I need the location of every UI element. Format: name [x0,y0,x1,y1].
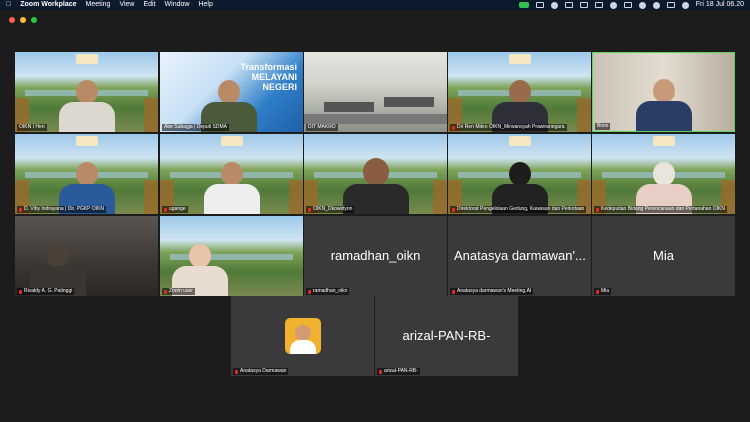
muted-icon [308,289,311,294]
menu-bar:  Zoom Workplace Meeting View Edit Windo… [0,0,750,10]
participant-name: ugange [162,206,188,213]
search-icon[interactable] [652,1,660,9]
video-tile[interactable]: OIKN_Dkowidyon [304,134,447,214]
menu-help[interactable]: Help [198,0,212,10]
muted-icon [379,369,382,374]
participant-name: ramadhan_oikn [306,288,350,295]
participant-name: Mia [594,288,612,295]
vpn-icon[interactable] [609,1,617,9]
video-tile[interactable]: ugange [160,134,303,214]
participant-name: Zoom user [162,288,195,295]
zoom-meeting-window: OIKN I Heri Transformasi MELAYANI NEGERI… [0,10,750,422]
participant-name: OIKN_Dkowidyon [306,206,355,213]
video-tile[interactable]: DIT MAKRO [304,52,447,132]
participant-name: arizal-PAN-RB- [377,368,420,375]
video-tile[interactable]: Transformasi MELAYANI NEGERI Abe Subagja… [160,52,303,132]
zoom-status-icon[interactable] [535,2,544,8]
video-off-tile[interactable]: Mia Mia [592,216,735,296]
menu-edit[interactable]: Edit [143,0,155,10]
menu-meeting[interactable]: Meeting [86,0,111,10]
participant-name: Dir Ren Mikro OIKN_Mirwansyah Prawiraneg… [450,124,567,131]
video-off-tile[interactable]: Anatasya Darmawan [231,296,374,376]
video-off-tile[interactable]: Anatasya darmawan'... Anatasya darmawan'… [448,216,591,296]
participant-name: D. Viby Indrayana | Dir. PGKP OIKN [17,206,107,213]
video-off-tile[interactable]: ramadhan_oikn ramadhan_oikn [304,216,447,296]
muted-icon [596,207,599,212]
video-off-tile[interactable]: arizal-PAN-RB- arizal-PAN-RB- [375,296,518,376]
participant-name: Anatasya Darmawan [233,368,289,375]
participant-video [58,80,115,132]
nusantara-logo [75,54,98,64]
screen-mirroring-icon[interactable] [579,2,588,8]
menu-window[interactable]: Window [165,0,190,10]
participant-video [203,162,260,214]
window-controls [9,17,37,23]
nusantara-logo [508,54,531,64]
participant-name: Direktorat Pengelolaan Gedung, Kawasan d… [450,206,587,213]
video-tile[interactable]: D. Viby Indrayana | Dir. PGKP OIKN [15,134,158,214]
participant-name: Bimo [595,123,611,130]
muted-icon [452,207,455,212]
participant-name: Rivaldy A. G. Patinggi [17,288,75,295]
video-tile[interactable]: OIKN I Heri [15,52,158,132]
muted-icon [596,289,599,294]
video-tile[interactable]: Rivaldy A. G. Patinggi [15,216,158,296]
nusantara-logo [220,136,243,146]
nusantara-logo [508,136,531,146]
active-speaker-tile[interactable]: Bimo [592,52,735,132]
siri-icon[interactable] [681,1,689,9]
muted-icon [19,207,22,212]
fullscreen-window-button[interactable] [31,17,37,23]
muted-icon [19,289,22,294]
clock[interactable]: Fri 18 Jul 06.20 [696,0,744,10]
participant-name: DIT MAKRO [306,124,338,131]
video-tile[interactable]: Kedeputian Bidang Perencanaan dan Pertan… [592,134,735,214]
profile-avatar [285,318,321,354]
muted-icon [164,207,167,212]
room-view [304,52,447,132]
participant-display-name: ramadhan_oikn [330,248,421,263]
wifi-icon[interactable] [638,1,646,9]
video-tile[interactable]: Direktorat Pengelolaan Gedung, Kawasan d… [448,134,591,214]
grid-icon[interactable] [594,2,603,8]
app-name-menu[interactable]: Zoom Workplace [20,0,76,10]
participant-display-name: Mia [653,248,674,263]
participant-name: Anatasya darmawan's Meeting.AI [450,288,534,295]
muted-icon [452,289,455,294]
nusantara-logo [652,136,675,146]
participant-name: Kedeputian Bidang Perencanaan dan Pertan… [594,206,727,213]
display-icon[interactable] [564,2,573,8]
nusantara-logo [75,136,98,146]
video-tile[interactable]: Dir Ren Mikro OIKN_Mirwansyah Prawiraneg… [448,52,591,132]
participant-video [635,79,692,131]
minimize-window-button[interactable] [20,17,26,23]
camera-status-icon[interactable] [518,2,529,8]
participant-display-name: arizal-PAN-RB- [402,328,491,343]
muted-icon [235,369,238,374]
eye-icon[interactable] [550,1,558,9]
battery-icon[interactable] [623,2,632,8]
menu-view[interactable]: View [119,0,134,10]
muted-icon [308,207,311,212]
muted-icon [452,125,455,130]
muted-icon [164,289,167,294]
close-window-button[interactable] [9,17,15,23]
video-tile[interactable]: Zoom user [160,216,303,296]
participant-name: Abe Subagja | Deputi SDMA [162,124,230,131]
apple-icon[interactable]:  [6,0,11,10]
participant-display-name: Anatasya darmawan'... [454,248,586,263]
participant-name: OIKN I Heri [17,124,47,131]
control-center-icon[interactable] [666,2,675,8]
